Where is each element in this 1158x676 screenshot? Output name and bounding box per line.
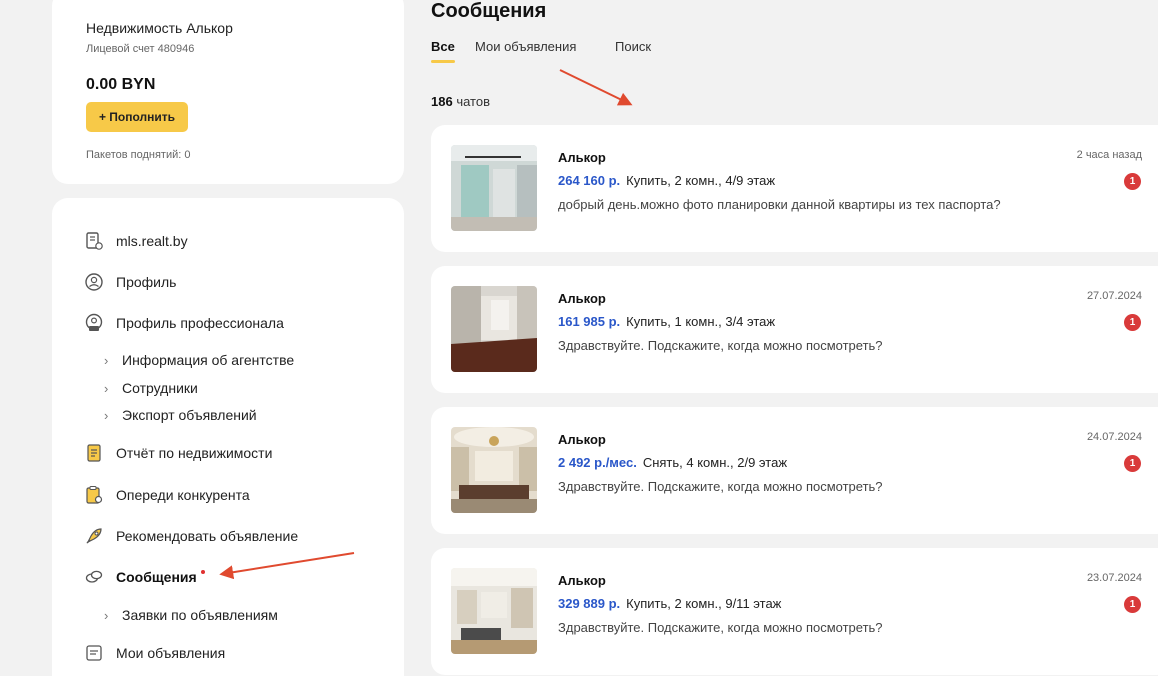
chat-sender: Алькор [558, 432, 606, 447]
user-circle-icon [84, 272, 104, 292]
sidebar-item-label: Сообщения [116, 569, 197, 585]
listing-details: Купить, 2 комн., 4/9 этаж [626, 173, 776, 188]
chat-count: 186 чатов [431, 94, 490, 109]
rocket-icon [84, 526, 104, 546]
sidebar-item-messages[interactable]: Сообщения [84, 565, 197, 589]
chevron-right-icon: › [104, 607, 109, 623]
listing-summary: 329 889 р. Купить, 2 комн., 9/11 этаж [558, 596, 781, 611]
chat-item[interactable]: Алькор 161 985 р. Купить, 1 комн., 3/4 эт… [431, 266, 1158, 393]
report-icon [84, 443, 104, 463]
listing-photo [451, 568, 537, 654]
sidebar-menu: mls.realt.by Профиль Профиль профессиона… [52, 198, 404, 676]
chat-date: 24.07.2024 [1086, 431, 1142, 443]
chat-count-number: 186 [431, 94, 453, 109]
chat-item[interactable]: Алькор 2 492 р./мес. Снять, 4 комн., 2/9 … [431, 407, 1158, 534]
account-name: Недвижимость Алькор [86, 20, 233, 36]
listing-photo [451, 427, 537, 513]
sidebar-subitem-employees[interactable]: › Сотрудники [104, 378, 198, 398]
listing-icon [84, 643, 104, 663]
sidebar-item-my-listings[interactable]: Мои объявления [84, 641, 225, 665]
listing-price: 264 160 р. [558, 173, 621, 188]
chat-date: 2 часа назад [1076, 149, 1142, 161]
chat-date: 23.07.2024 [1086, 572, 1142, 584]
annotation-arrow-tabs [559, 69, 633, 106]
last-message: Здравствуйте. Подскажите, когда можно по… [558, 338, 883, 353]
account-card: Недвижимость Алькор Лицевой счет 480946 … [52, 0, 404, 184]
sidebar-subitem-label: Сотрудники [122, 380, 198, 396]
sidebar-subitem-agency-info[interactable]: › Информация об агентстве [104, 350, 294, 370]
sidebar-subitem-export[interactable]: › Экспорт объявлений [104, 405, 257, 425]
chat-item[interactable]: Алькор 329 889 р. Купить, 2 комн., 9/11 э… [431, 548, 1158, 675]
account-number: Лицевой счет 480946 [86, 43, 195, 55]
sidebar-item-label: Профиль профессионала [116, 315, 284, 331]
chat-sender: Алькор [558, 291, 606, 306]
sidebar-item-label: Рекомендовать объявление [116, 528, 299, 544]
tab-search[interactable]: Поиск [615, 39, 651, 54]
unread-badge: 1 [1124, 314, 1141, 331]
sidebar-item-label: Мои объявления [116, 645, 226, 661]
listing-photo [451, 145, 537, 231]
listing-summary: 161 985 р. Купить, 1 комн., 3/4 этаж [558, 314, 775, 329]
listing-details: Купить, 2 комн., 9/11 этаж [626, 596, 782, 611]
listing-price: 2 492 р./мес. [558, 455, 637, 470]
mls-document-icon [84, 231, 104, 251]
listing-details: Купить, 1 комн., 3/4 этаж [626, 314, 776, 329]
sidebar-item-recommend[interactable]: Рекомендовать объявление [84, 524, 298, 548]
packets-count: Пакетов поднятий: 0 [86, 149, 191, 161]
topup-button[interactable]: + Пополнить [86, 102, 188, 132]
last-message: Здравствуйте. Подскажите, когда можно по… [558, 620, 883, 635]
chevron-right-icon: › [104, 352, 109, 368]
sidebar-subitem-requests[interactable]: › Заявки по объявлениям [104, 605, 278, 625]
listing-price: 329 889 р. [558, 596, 621, 611]
page-title: Сообщения [431, 0, 547, 22]
chat-sender: Алькор [558, 150, 606, 165]
sidebar-item-profile[interactable]: Профиль [84, 270, 176, 294]
tab-all[interactable]: Все [431, 39, 455, 54]
listing-summary: 2 492 р./мес. Снять, 4 комн., 2/9 этаж [558, 455, 787, 470]
chat-bubbles-icon [84, 567, 104, 587]
chat-item[interactable]: Алькор 264 160 р. Купить, 2 комн., 4/9 эт… [431, 125, 1158, 252]
unread-badge: 1 [1124, 173, 1141, 190]
last-message: добрый день.можно фото планировки данной… [558, 197, 1001, 212]
sidebar-item-label: Отчёт по недвижимости [116, 445, 273, 461]
sidebar-item-report[interactable]: Отчёт по недвижимости [84, 441, 272, 465]
active-tab-indicator [431, 60, 455, 63]
last-message: Здравствуйте. Подскажите, когда можно по… [558, 479, 883, 494]
account-balance: 0.00 BYN [86, 76, 156, 93]
pro-user-icon [84, 313, 104, 333]
listing-details: Снять, 4 комн., 2/9 этаж [642, 455, 788, 470]
sidebar-subitem-label: Экспорт объявлений [122, 407, 257, 423]
unread-badge: 1 [1124, 596, 1141, 613]
sidebar-item-label: Опереди конкурента [116, 487, 250, 503]
sidebar-item-pro-profile[interactable]: Профиль профессионала [84, 311, 284, 335]
sidebar-item-label: mls.realt.by [116, 233, 188, 249]
chat-count-suffix: чатов [452, 94, 490, 109]
sidebar-subitem-label: Заявки по объявлениям [122, 607, 278, 623]
unread-badge: 1 [1124, 455, 1141, 472]
chat-date: 27.07.2024 [1086, 290, 1142, 302]
chevron-right-icon: › [104, 407, 109, 423]
sidebar-item-mls[interactable]: mls.realt.by [84, 229, 188, 253]
listing-photo [451, 286, 537, 372]
chat-sender: Алькор [558, 573, 606, 588]
tab-my-listings[interactable]: Мои объявления [475, 39, 576, 54]
listing-price: 161 985 р. [558, 314, 621, 329]
chevron-right-icon: › [104, 380, 109, 396]
sidebar-item-competitor[interactable]: Опереди конкурента [84, 483, 250, 507]
sidebar-subitem-label: Информация об агентстве [122, 352, 295, 368]
listing-summary: 264 160 р. Купить, 2 комн., 4/9 этаж [558, 173, 775, 188]
clipboard-icon [84, 485, 104, 505]
sidebar-item-label: Профиль [116, 274, 177, 290]
unread-dot [201, 570, 205, 574]
